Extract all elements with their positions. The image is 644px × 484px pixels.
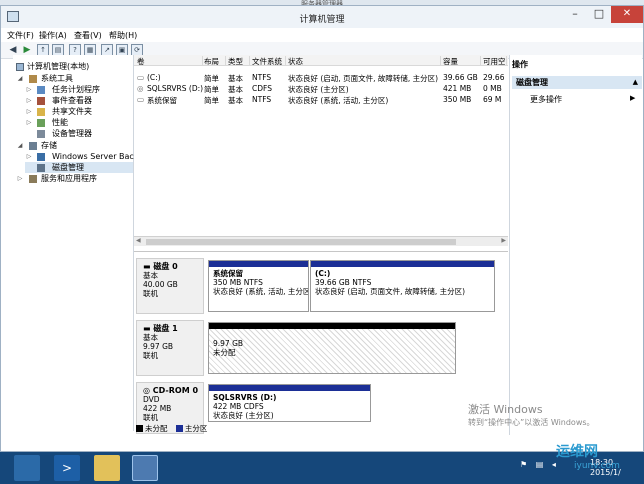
table-row[interactable]: ◎ SQLSRVRS (D:) 简单 基本 CDFS 状态良好 (主分区) 42… [134, 83, 508, 94]
file-explorer-icon[interactable] [94, 455, 120, 481]
actions-section-disk-management[interactable]: 磁盘管理 ▲ [512, 76, 642, 89]
navigation-tree: 计算机管理(本地) ◢ 系统工具 ▷ 任务计划程序 ▷ 事件查看器 ▷ 共享文件… [13, 55, 138, 431]
volume-icon: ▭ [137, 95, 145, 104]
powershell-icon[interactable]: > [54, 455, 80, 481]
partition-unallocated[interactable]: 9.97 GB 未分配 [208, 322, 456, 374]
disk-legend: 未分配 主分区 [136, 423, 207, 433]
col-volume[interactable]: 卷 [137, 56, 203, 66]
close-button[interactable]: ✕ [611, 6, 643, 23]
menu-help[interactable]: 帮助(H) [109, 30, 137, 41]
backup-icon [37, 153, 45, 161]
col-filesystem[interactable]: 文件系统 [252, 56, 286, 66]
partition-system-reserved[interactable]: 系统保留 350 MB NTFS 状态良好 (系统, 活动, 主分区) [208, 260, 309, 312]
table-row[interactable]: ▭ (C:) 简单 基本 NTFS 状态良好 (启动, 页面文件, 故障转储, … [134, 72, 508, 83]
taskbar: > ⚑ ▤ ◂ 18:30 2015/1/ [0, 452, 644, 484]
expand-arrow-icon[interactable]: ▷ [25, 151, 33, 162]
col-capacity[interactable]: 容量 [443, 56, 481, 66]
tree-item-services-apps[interactable]: ▷ 服务和应用程序 [16, 173, 97, 184]
volume-list: 卷 布局 类型 文件系统 状态 容量 可用空 ▭ (C:) 简单 基本 NTFS… [134, 55, 508, 246]
maximize-button[interactable]: □ [587, 6, 611, 23]
storage-icon [29, 142, 37, 150]
cd-icon: ◎ [137, 84, 144, 93]
partition-sqlsrvrs-d[interactable]: SQLSRVRS (D:) 422 MB CDFS 状态良好 (主分区) [208, 384, 371, 422]
disk-icon: ▬ [143, 324, 154, 333]
table-row[interactable]: ▭ 系统保留 简单 基本 NTFS 状态良好 (系统, 活动, 主分区) 350… [134, 94, 508, 105]
server-manager-icon[interactable] [14, 455, 40, 481]
tree-item-shared-folders[interactable]: ▷ 共享文件夹 [25, 106, 92, 117]
shared-folder-icon [37, 108, 45, 116]
tree-item-storage[interactable]: ◢ 存储 [16, 140, 57, 151]
col-layout[interactable]: 布局 [204, 56, 226, 66]
tree-item-event-viewer[interactable]: ▷ 事件查看器 [25, 95, 92, 106]
event-log-icon [37, 97, 45, 105]
device-manager-icon [37, 130, 45, 138]
computer-management-taskbar-icon[interactable] [132, 455, 158, 481]
tree-item-disk-management[interactable]: 磁盘管理 [25, 162, 133, 173]
menu-file[interactable]: 文件(F) [7, 30, 34, 41]
tree-item-root[interactable]: 计算机管理(本地) [16, 61, 89, 72]
disk-icon: ▬ [143, 262, 154, 271]
menu-view[interactable]: 查看(V) [74, 30, 102, 41]
menu-action[interactable]: 操作(A) [39, 30, 67, 41]
disk-1-label[interactable]: ▬ 磁盘 1 基本 9.97 GB 联机 [136, 320, 204, 376]
col-status[interactable]: 状态 [288, 56, 441, 66]
more-actions-link[interactable]: 更多操作 ▶ [530, 94, 635, 105]
partition-c[interactable]: (C:) 39.66 GB NTFS 状态良好 (启动, 页面文件, 故障转储,… [310, 260, 495, 312]
disk-0-label[interactable]: ▬ 磁盘 0 基本 40.00 GB 联机 [136, 258, 204, 314]
minimize-button[interactable]: – [563, 6, 587, 23]
activate-windows-watermark: 激活 Windows 转到“操作中心”以激活 Windows。 [468, 403, 595, 427]
col-type[interactable]: 类型 [228, 56, 250, 66]
system-tray: ⚑ ▤ ◂ [520, 460, 556, 469]
title-bar[interactable]: 计算机管理 – □ ✕ [1, 6, 643, 28]
volume-icon: ▭ [137, 73, 145, 82]
menu-bar: 文件(F) 操作(A) 查看(V) 帮助(H) [1, 28, 643, 42]
clock-icon [37, 86, 45, 94]
volume-list-header: 卷 布局 类型 文件系统 状态 容量 可用空 [134, 55, 508, 66]
flag-icon[interactable]: ⚑ [520, 460, 527, 469]
actions-header: 操作 [512, 60, 528, 69]
expand-arrow-icon[interactable]: ▷ [16, 173, 24, 184]
collapse-arrow-icon[interactable]: ◢ [16, 140, 24, 151]
tree-item-windows-server-backup[interactable]: ▷ Windows Server Back [25, 151, 138, 162]
disk-management-icon [37, 164, 45, 172]
performance-icon [37, 119, 45, 127]
network-icon[interactable]: ▤ [536, 460, 544, 469]
collapse-up-icon[interactable]: ▲ [633, 76, 638, 89]
scroll-left-icon[interactable]: ◀ [136, 237, 141, 244]
site-logo: 运维网 iyunv.com [556, 444, 620, 471]
tools-icon [29, 75, 37, 83]
services-icon [29, 175, 37, 183]
scrollbar-thumb[interactable] [146, 239, 456, 245]
tree-item-system-tools[interactable]: ◢ 系统工具 [16, 73, 73, 84]
disk-graphical-view: ▬ 磁盘 0 基本 40.00 GB 联机 系统保留 350 MB NTFS 状… [134, 251, 508, 434]
expand-arrow-icon[interactable]: ▷ [25, 84, 33, 95]
col-free[interactable]: 可用空 [483, 56, 507, 66]
cd-icon: ◎ [143, 386, 153, 395]
unallocated-swatch [136, 425, 143, 432]
primary-partition-swatch [175, 425, 183, 432]
tree-item-performance[interactable]: ▷ 性能 [25, 117, 68, 128]
window-title: 计算机管理 [299, 15, 345, 25]
expand-arrow-icon[interactable]: ▷ [25, 106, 33, 117]
expand-arrow-icon[interactable]: ▷ [25, 95, 33, 106]
scroll-right-icon[interactable]: ▶ [501, 237, 506, 244]
collapse-arrow-icon[interactable]: ◢ [16, 73, 24, 84]
actions-pane: 操作 磁盘管理 ▲ 更多操作 ▶ [509, 55, 642, 435]
volume-list-scrollbar[interactable]: ◀ ▶ [134, 236, 508, 246]
expand-arrow-icon[interactable]: ▷ [25, 117, 33, 128]
tree-item-device-manager[interactable]: 设备管理器 [25, 128, 92, 139]
computer-icon [16, 63, 24, 71]
tree-item-task-scheduler[interactable]: ▷ 任务计划程序 [25, 84, 100, 95]
submenu-arrow-icon: ▶ [630, 94, 636, 102]
